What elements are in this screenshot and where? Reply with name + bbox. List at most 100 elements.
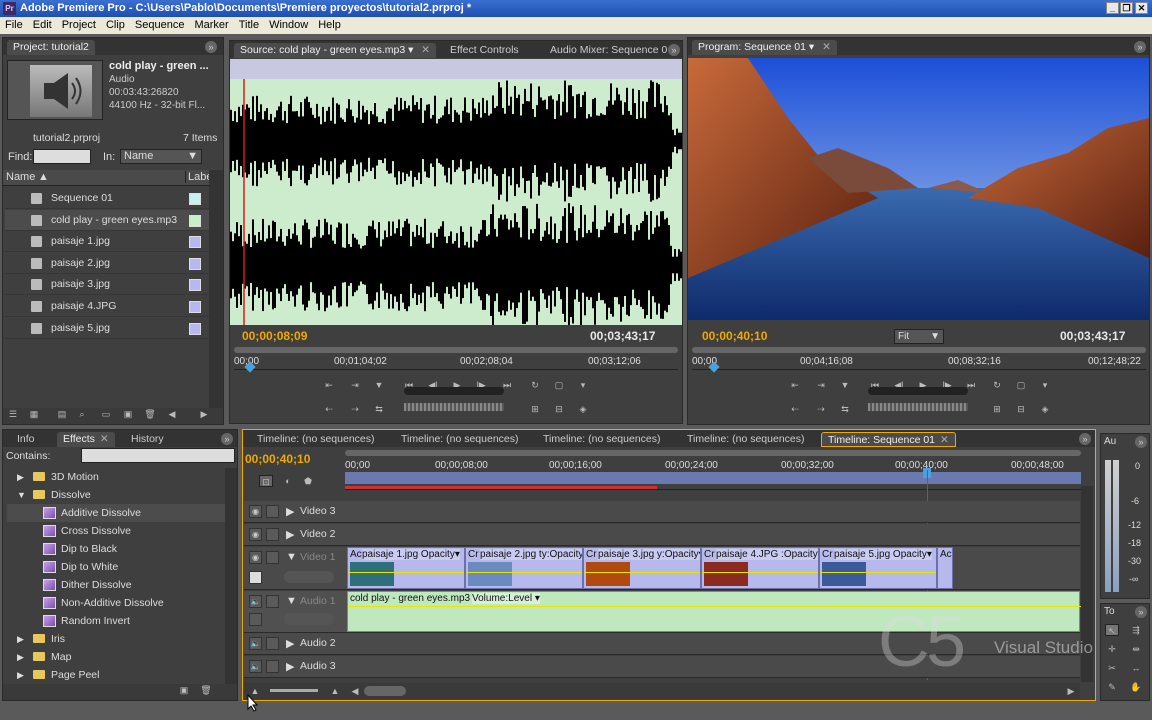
expand-icon[interactable]: ▶ <box>17 630 24 648</box>
opacity-line[interactable] <box>702 572 818 573</box>
eye-icon[interactable]: ◉ <box>249 551 262 564</box>
track-select-tool-icon[interactable]: ⇶ <box>1129 624 1143 636</box>
clip-label[interactable]: paisaje 5.jpg Opacity▾ <box>834 549 932 560</box>
project-item[interactable]: paisaje 4.JPG <box>5 296 209 317</box>
label-swatch[interactable] <box>189 236 201 249</box>
lock-toggle[interactable] <box>266 551 279 564</box>
lift-icon[interactable]: ⊞ <box>990 403 1004 415</box>
speaker-icon[interactable]: 🔈 <box>249 595 262 608</box>
speaker-icon[interactable]: 🔈 <box>249 637 262 650</box>
go-prev-marker-icon[interactable]: ⇠ <box>322 403 336 415</box>
panel-menu-icon[interactable]: » <box>1079 433 1091 445</box>
label-swatch[interactable] <box>189 257 201 270</box>
go-next-edit-icon[interactable]: ⇢ <box>814 403 828 415</box>
program-timecode[interactable]: 00;00;40;10 <box>702 329 767 343</box>
transition-marker[interactable]: Cr <box>822 549 833 560</box>
effect-item[interactable]: Dither Dissolve <box>7 576 225 594</box>
effect-item[interactable]: Cross Dissolve <box>7 522 225 540</box>
timeline-timecode[interactable]: 00;00;40;10 <box>245 452 310 466</box>
tab-timeline-sequence[interactable]: Timeline: Sequence 01 ✕ <box>821 432 956 447</box>
mark-in-icon[interactable]: ⇤ <box>322 379 336 391</box>
scroll-left-icon[interactable]: ◀ <box>165 408 179 420</box>
tab-audio-meter[interactable]: Au <box>1104 436 1116 447</box>
speaker-icon[interactable]: 🔈 <box>249 660 262 673</box>
zoom-slider[interactable] <box>270 689 318 692</box>
pen-tool-icon[interactable]: ✎ <box>1105 681 1119 693</box>
tab-timeline-4[interactable]: Timeline: (no sequences) <box>681 432 811 447</box>
lock-toggle[interactable] <box>266 660 279 673</box>
menu-project[interactable]: Project <box>57 17 101 34</box>
rolling-edit-tool-icon[interactable]: ⇹ <box>1129 643 1143 655</box>
video-clip[interactable]: Cr paisaje 4.JPG :Opacity▾ <box>701 547 819 589</box>
tab-timeline-2[interactable]: Timeline: (no sequences) <box>395 432 525 447</box>
keyframe-nav[interactable] <box>284 571 334 583</box>
scroll-right-icon[interactable]: ▶ <box>1064 685 1078 697</box>
collapse-icon[interactable]: ▼ <box>286 551 297 563</box>
shuttle-slider[interactable] <box>868 387 968 395</box>
expand-icon[interactable]: ▶ <box>286 660 294 673</box>
clip-label[interactable]: paisaje 4.JPG :Opacity▾ <box>716 549 818 560</box>
video-clip[interactable]: Cr paisaje 2.jpg ty:Opacity▾ <box>465 547 583 589</box>
opacity-line[interactable] <box>466 572 582 573</box>
menu-title[interactable]: Title <box>234 17 264 34</box>
automate-icon[interactable]: ▤ <box>55 408 69 420</box>
effect-item[interactable]: Additive Dissolve <box>7 504 225 522</box>
icon-view-icon[interactable]: ▦ <box>27 408 41 420</box>
close-icon[interactable]: ✕ <box>421 44 430 56</box>
close-icon[interactable]: ✕ <box>940 434 949 446</box>
collapse-icon[interactable]: ▼ <box>17 486 26 504</box>
play-in-out-icon[interactable]: ⇆ <box>838 403 852 415</box>
panel-menu-icon[interactable]: » <box>1134 41 1146 53</box>
output-icon[interactable]: ▾ <box>576 379 590 391</box>
contains-input[interactable] <box>81 448 235 463</box>
menu-sequence[interactable]: Sequence <box>130 17 190 34</box>
source-timecode[interactable]: 00;00;08;09 <box>242 329 307 343</box>
program-ruler[interactable]: 00;00 00;04;16;08 00;08;32;16 00;12;48;2… <box>692 354 1146 373</box>
effect-item[interactable]: Non-Additive Dissolve <box>7 594 225 612</box>
project-item[interactable]: paisaje 5.jpg <box>5 318 209 339</box>
lock-toggle[interactable] <box>266 528 279 541</box>
loop-icon[interactable]: ↻ <box>528 379 542 391</box>
close-icon[interactable]: ✕ <box>822 41 831 53</box>
tab-tools[interactable]: To <box>1104 606 1115 617</box>
effect-folder[interactable]: ▶ Page Peel <box>7 666 225 684</box>
clip-label[interactable]: paisaje 3.jpg y:Opacity▾ <box>598 549 700 560</box>
selection-tool-icon[interactable]: ↖ <box>1105 624 1119 636</box>
panel-menu-icon[interactable]: » <box>1135 436 1147 448</box>
safe-margins-icon[interactable]: ▢ <box>552 379 566 391</box>
expand-icon[interactable]: ▶ <box>17 666 24 684</box>
output-icon[interactable]: ▾ <box>1038 379 1052 391</box>
effect-item[interactable]: Dip to White <box>7 558 225 576</box>
expand-icon[interactable]: ▶ <box>17 468 24 486</box>
sequence-marker-icon[interactable]: ◐ <box>281 475 295 487</box>
mark-in-icon[interactable]: ⇤ <box>788 379 802 391</box>
video-clip[interactable]: Cr paisaje 3.jpg y:Opacity▾ <box>583 547 701 589</box>
set-marker-icon[interactable]: ⬟ <box>301 475 315 487</box>
set-marker-icon[interactable]: ▼ <box>838 379 852 391</box>
extract-icon[interactable]: ⊟ <box>1014 403 1028 415</box>
lock-toggle[interactable] <box>266 595 279 608</box>
play-in-out-icon[interactable]: ⇆ <box>372 403 386 415</box>
transition-marker[interactable]: Cr <box>704 549 715 560</box>
slip-tool-icon[interactable]: ↔ <box>1129 662 1143 674</box>
effect-item[interactable]: Random Invert <box>7 612 225 630</box>
expand-icon[interactable]: ▶ <box>286 637 294 650</box>
trash-icon[interactable]: 🗑 <box>199 684 213 696</box>
loop-icon[interactable]: ↻ <box>990 379 1004 391</box>
panel-menu-icon[interactable]: » <box>668 44 680 56</box>
menu-marker[interactable]: Marker <box>189 17 233 34</box>
panel-menu-icon[interactable]: » <box>1135 606 1147 618</box>
go-next-marker-icon[interactable]: ⇢ <box>348 403 362 415</box>
go-prev-edit-icon[interactable]: ⇠ <box>788 403 802 415</box>
close-button[interactable]: ✕ <box>1135 2 1148 14</box>
tab-history[interactable]: History <box>125 432 170 447</box>
transition-marker[interactable]: Cr <box>468 549 479 560</box>
menu-window[interactable]: Window <box>264 17 313 34</box>
expand-icon[interactable]: ▶ <box>286 505 294 518</box>
timeline-ruler[interactable]: 00;00 00;00;08;00 00;00;16;00 00;00;24;0… <box>345 456 1081 490</box>
menu-clip[interactable]: Clip <box>101 17 130 34</box>
effects-scrollbar[interactable] <box>225 468 237 684</box>
audio-clip[interactable]: cold play - green eyes.mp3 Volume:Level … <box>347 591 1081 632</box>
set-marker-icon[interactable]: ▼ <box>372 379 386 391</box>
lock-toggle[interactable] <box>266 637 279 650</box>
